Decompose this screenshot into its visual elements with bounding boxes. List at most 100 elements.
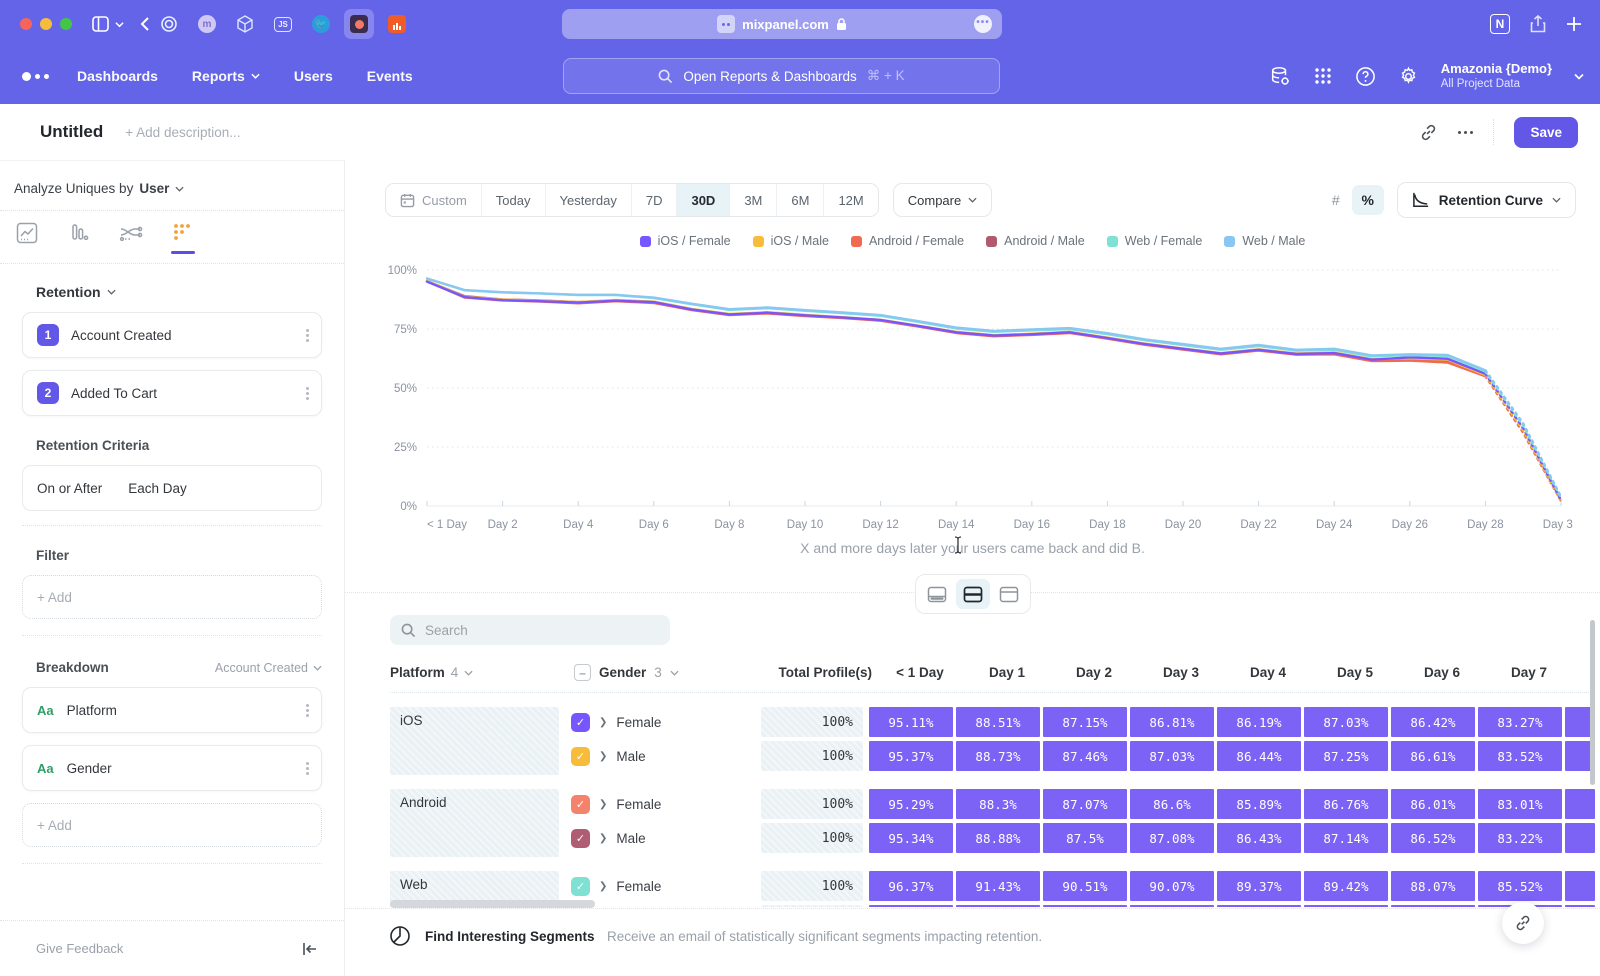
apps-grid-icon[interactable] — [1313, 66, 1333, 86]
share-link-floating-button[interactable] — [1502, 902, 1544, 944]
chevron-down-icon[interactable] — [175, 186, 184, 192]
share-icon[interactable] — [1530, 15, 1546, 33]
data-management-icon[interactable] — [1269, 65, 1291, 87]
nav-events[interactable]: Events — [367, 68, 413, 84]
retention-value-cell[interactable]: 90.07% — [1130, 871, 1214, 901]
chevron-down-icon[interactable] — [107, 289, 116, 295]
legend-item[interactable]: iOS / Female — [640, 234, 731, 248]
analyze-uniques-value[interactable]: User — [139, 181, 169, 196]
retention-value-cell[interactable]: 89.43% — [1304, 905, 1388, 907]
add-description[interactable]: + Add description... — [125, 125, 240, 140]
table-search-input[interactable]: Search — [390, 615, 670, 645]
retention-value-cell[interactable]: 87.07% — [1043, 789, 1127, 819]
retention-value-cell[interactable]: 86.6% — [1130, 789, 1214, 819]
retention-value-cell[interactable]: 87.25% — [1304, 741, 1388, 771]
add-breakdown-button[interactable]: + Add — [22, 803, 322, 847]
tab-insights[interactable] — [14, 222, 40, 254]
breakdown-menu-icon[interactable] — [306, 762, 309, 775]
gender-cell[interactable]: ✓❯Male — [571, 823, 753, 853]
global-search[interactable]: Open Reports & Dashboards ⌘ + K — [563, 58, 1000, 94]
layout-table-only-button[interactable] — [992, 579, 1026, 609]
retention-value-cell[interactable]: 87.15% — [1043, 707, 1127, 737]
retention-value-cell[interactable]: 86.43% — [1217, 823, 1301, 853]
sidebar-toggle-icon[interactable] — [92, 16, 124, 32]
series-checkbox[interactable]: ✓ — [571, 713, 590, 732]
traffic-lights[interactable] — [20, 18, 80, 30]
retention-value-cell[interactable]: 83.01% — [1478, 789, 1562, 819]
gender-cell[interactable]: ✓❯Female — [571, 707, 753, 737]
retention-value-cell[interactable]: 89.48% — [1217, 905, 1301, 907]
chart-type-selector[interactable]: Retention Curve — [1397, 182, 1576, 218]
notion-extension-icon[interactable]: N — [1490, 14, 1510, 34]
nav-reports[interactable]: Reports — [192, 68, 260, 84]
series-checkbox[interactable]: ✓ — [571, 747, 590, 766]
retention-value-cell[interactable]: 86.61% — [1391, 741, 1475, 771]
criteria-on-or-after[interactable]: On or After — [37, 481, 102, 496]
retention-value-cell[interactable]: 87.03% — [1304, 707, 1388, 737]
retention-value-cell[interactable]: 88.51% — [956, 707, 1040, 737]
project-chevron-icon[interactable] — [1574, 73, 1584, 80]
gender-cell[interactable]: ✓❯Female — [571, 871, 753, 901]
retention-value-cell[interactable]: 86.81% — [1130, 707, 1214, 737]
retention-value-cell[interactable]: 95.37% — [869, 741, 953, 771]
retention-value-cell[interactable]: 83.27% — [1478, 707, 1562, 737]
breakdown-menu-icon[interactable] — [306, 704, 309, 717]
gender-cell[interactable]: ✓❯Male — [571, 741, 753, 771]
browser-tab-icon-loop[interactable] — [154, 9, 184, 39]
column-gender[interactable]: – Gender3 — [574, 664, 764, 681]
range-today[interactable]: Today — [482, 183, 546, 217]
browser-tab-icon-mixpanel-active[interactable] — [344, 9, 374, 39]
retention-value-cell[interactable]: 95.11% — [869, 707, 953, 737]
browser-tab-icon-bird[interactable]: 🐦 — [306, 9, 336, 39]
tab-retention[interactable] — [170, 222, 196, 254]
platform-cell[interactable]: iOS — [390, 707, 559, 775]
retention-step-2[interactable]: 2 Added To Cart — [22, 370, 322, 416]
save-button[interactable]: Save — [1514, 117, 1578, 148]
gender-cell[interactable]: ✓❯Male — [571, 905, 753, 907]
retention-value-cell[interactable]: 85.52% — [1478, 871, 1562, 901]
give-feedback-link[interactable]: Give Feedback — [36, 941, 123, 956]
column-platform[interactable]: Platform4 — [390, 665, 574, 680]
retention-value-cell[interactable]: 90.04% — [1130, 905, 1214, 907]
tab-funnels[interactable] — [66, 222, 92, 254]
zoom-window-button[interactable] — [60, 18, 72, 30]
retention-value-cell[interactable]: 86.42% — [1391, 707, 1475, 737]
legend-item[interactable]: iOS / Male — [753, 234, 829, 248]
add-filter-button[interactable]: + Add — [22, 575, 322, 619]
retention-value-cell[interactable]: 96.37% — [869, 871, 953, 901]
url-bar[interactable]: mixpanel.com ••• — [562, 9, 1002, 39]
retention-value-cell[interactable]: 88.07% — [1391, 871, 1475, 901]
range-6m[interactable]: 6M — [777, 183, 824, 217]
mixpanel-logo[interactable] — [22, 72, 49, 81]
retention-value-cell[interactable]: 86.76% — [1304, 789, 1388, 819]
retention-value-cell[interactable]: 88.73% — [956, 741, 1040, 771]
criteria-each-day[interactable]: Each Day — [128, 481, 187, 496]
copy-link-icon[interactable] — [1419, 123, 1438, 142]
legend-item[interactable]: Web / Male — [1224, 234, 1305, 248]
retention-value-cell[interactable]: 95.29% — [869, 789, 953, 819]
more-actions-icon[interactable] — [1458, 131, 1473, 134]
browser-tab-icon-soundcloud[interactable] — [382, 9, 412, 39]
retention-value-cell[interactable]: 87.5% — [1043, 823, 1127, 853]
vertical-scrollbar[interactable] — [1590, 620, 1595, 785]
retention-value-cell[interactable]: 85.89% — [1217, 789, 1301, 819]
settings-gear-icon[interactable] — [1398, 66, 1419, 87]
range-3m[interactable]: 3M — [730, 183, 777, 217]
gender-cell[interactable]: ✓❯Female — [571, 789, 753, 819]
find-segments-title[interactable]: Find Interesting Segments — [425, 929, 595, 944]
retention-value-cell[interactable]: 91.44% — [956, 905, 1040, 907]
compare-button[interactable]: Compare — [893, 183, 992, 217]
nav-users[interactable]: Users — [294, 68, 333, 84]
browser-tab-icon-avatar-m[interactable]: m — [192, 9, 222, 39]
breakdown-gender[interactable]: Aa Gender — [22, 745, 322, 791]
close-window-button[interactable] — [20, 18, 32, 30]
retention-value-cell[interactable]: 88.3% — [956, 789, 1040, 819]
series-checkbox[interactable]: ✓ — [571, 877, 590, 896]
retention-value-cell[interactable]: 86.44% — [1217, 741, 1301, 771]
retention-value-cell[interactable]: 87.46% — [1043, 741, 1127, 771]
retention-value-cell-clipped[interactable] — [1565, 789, 1595, 819]
retention-value-cell[interactable]: 89.37% — [1217, 871, 1301, 901]
retention-value-cell[interactable]: 88.88% — [956, 823, 1040, 853]
legend-item[interactable]: Android / Male — [986, 234, 1085, 248]
nav-dashboards[interactable]: Dashboards — [77, 68, 158, 84]
